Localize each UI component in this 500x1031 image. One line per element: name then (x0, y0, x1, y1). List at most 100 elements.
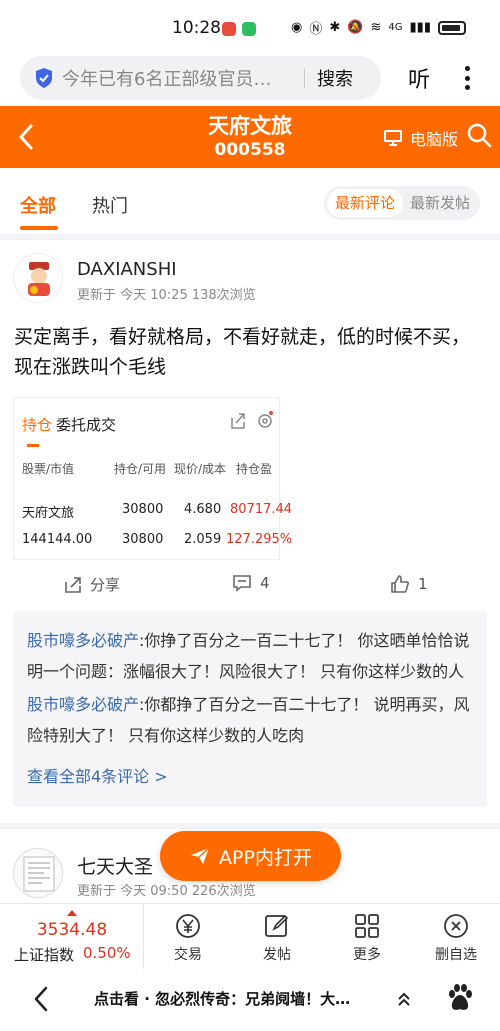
browser-bar: 今年已有6名正部级官员… 搜索 听 (0, 56, 500, 106)
embed-tab-orders: 委托成交 (56, 416, 117, 434)
share-label: 分享 (90, 576, 121, 594)
pc-view-button[interactable]: 电脑版 (384, 126, 458, 150)
paper-plane-icon (191, 847, 210, 864)
more-button[interactable]: 更多 (337, 912, 397, 964)
system-icons: ◉ Ⓝ ✱ 🔕 ≋ 4G ▮▮▮ (291, 18, 466, 37)
remove-circle-icon (444, 914, 468, 938)
up-arrow-icon (67, 910, 77, 916)
network-type: 4G (388, 22, 403, 33)
status-bar: 10:28 ◉ Ⓝ ✱ 🔕 ≋ 4G ▮▮▮ (0, 0, 500, 56)
sort-toggle: 最新评论 最新发帖 (324, 186, 480, 220)
browser-bottom-bar: 点击看 · 忽必烈传奇：兄弟阋墙！大… (0, 969, 500, 1031)
trade-label: 交易 (174, 947, 202, 963)
comment-item[interactable]: 股市嚎多必破产:你挣了百分之一百二十七了！ 你这晒单恰恰说明一个问题：涨幅很大了… (27, 625, 473, 687)
active-tab-indicator (20, 226, 58, 230)
post-author[interactable]: 七天大圣 (77, 852, 153, 879)
gear-icon (258, 411, 273, 428)
new-post-label: 发帖 (263, 947, 291, 963)
wechat-icon (242, 22, 256, 36)
embed-header-pnl: 持仓盈 (236, 462, 273, 476)
thumbs-up-icon (391, 575, 409, 593)
trade-button[interactable]: 交易 (158, 912, 218, 964)
embed-tab-indicator (27, 444, 39, 447)
open-in-app-label: APP内打开 (219, 846, 312, 869)
address-bar[interactable]: 今年已有6名正部级官员… 搜索 (20, 56, 381, 100)
embed-row2-name: 144144.00 (22, 532, 93, 547)
embed-header-holding: 持仓/可用 (114, 462, 167, 476)
index-name: 上证指数 (14, 946, 75, 964)
tab-hot[interactable]: 热门 (92, 192, 128, 218)
pc-view-label: 电脑版 (410, 130, 459, 149)
comment-icon (233, 575, 251, 592)
monitor-icon (384, 130, 402, 146)
section-divider (0, 234, 500, 240)
index-quote[interactable]: 3534.48 上证指数 0.50% (0, 904, 144, 970)
more-label: 更多 (353, 947, 381, 963)
index-value: 3534.48 (36, 920, 108, 940)
embed-row1-name: 天府文旅 (22, 506, 75, 521)
embed-row1-pnl: 80717.44 (230, 502, 293, 517)
shield-icon (36, 68, 52, 88)
listen-button[interactable]: 听 (408, 62, 430, 94)
search-button[interactable]: 搜索 (317, 65, 353, 91)
comment-user[interactable]: 股市嚎多必破产 (27, 631, 139, 650)
view-all-comments-link[interactable]: 查看全部4条评论 > (27, 763, 168, 787)
embed-row2-holding: 30800 (122, 532, 164, 547)
post-meta: 更新于 今天 10:25 138次浏览 (77, 288, 256, 303)
chevron-up-icon[interactable] (396, 991, 412, 1007)
mute-icon: 🔕 (347, 20, 364, 35)
signal-icon: ▮▮▮ (409, 20, 431, 35)
wifi-icon: ≋ (370, 20, 382, 35)
sort-latest-comment[interactable]: 最新评论 (327, 189, 404, 217)
section-divider (0, 823, 500, 829)
share-icon (65, 576, 81, 593)
bottom-toolbar: 3534.48 上证指数 0.50% 交易 发帖 更多 删自选 (0, 903, 500, 970)
search-icon[interactable] (466, 122, 492, 148)
bluetooth-icon: ✱ (329, 20, 341, 35)
caishen-avatar-icon (14, 254, 62, 302)
embed-row2-pnl: 127.295% (226, 532, 293, 547)
sort-latest-post[interactable]: 最新发帖 (402, 189, 478, 217)
comments-preview: 股市嚎多必破产:你挣了百分之一百二十七了！ 你这晒单恰恰说明一个问题：涨幅很大了… (13, 611, 487, 807)
status-time: 10:28 (172, 18, 221, 38)
remove-watchlist-label: 删自选 (435, 947, 477, 963)
comment-button[interactable]: 4 (232, 574, 270, 592)
like-button[interactable]: 1 (390, 574, 428, 594)
embed-row1-price: 4.680 (184, 502, 222, 517)
url-text[interactable]: 今年已有6名正部级官员… (62, 65, 292, 91)
post-text[interactable]: 买定离手，看好就格局，不看好就走，低的时候不买，现在涨跌叫个毛线 (14, 322, 484, 382)
index-change-percent: 0.50% (83, 944, 131, 962)
back-icon[interactable] (32, 986, 50, 1012)
embed-tab-position: 持仓 (22, 416, 53, 434)
share-icon (231, 413, 245, 429)
post-image[interactable]: 持仓 委托成交 股票/市值 持仓/可用 现价/成本 持仓盈 天府文旅 30800… (13, 397, 292, 560)
comment-item[interactable]: 股市嚎多必破产:你都挣了百分之一百二十七了！ 说明再买，风险特别大了！ 只有你这… (27, 689, 473, 751)
post-meta: 更新于 今天 09:50 226次浏览 (77, 884, 256, 899)
embed-header-stock: 股票/市值 (22, 462, 75, 476)
battery-icon (438, 20, 466, 35)
share-button[interactable]: 分享 (64, 574, 120, 595)
url-separator (304, 68, 305, 88)
like-count: 1 (418, 575, 428, 593)
stock-header: 天府文旅 000558 电脑版 (0, 106, 500, 168)
comment-count: 4 (260, 574, 270, 592)
comment-user[interactable]: 股市嚎多必破产 (27, 695, 139, 714)
eye-icon: ◉ (291, 20, 303, 35)
baidu-paw-icon[interactable] (446, 983, 474, 1013)
embed-header-price: 现价/成本 (174, 462, 227, 476)
yen-coin-icon (176, 914, 200, 938)
more-menu-icon[interactable] (462, 62, 472, 94)
open-in-app-button[interactable]: APP内打开 (160, 831, 341, 881)
edit-icon (265, 914, 289, 937)
avatar[interactable] (13, 848, 63, 898)
embed-row1-holding: 30800 (122, 502, 164, 517)
notification-red-icon (222, 22, 236, 36)
document-avatar-icon (23, 856, 55, 892)
avatar[interactable] (13, 253, 63, 303)
post-author[interactable]: DAXIANSHI (77, 259, 177, 280)
tab-all[interactable]: 全部 (20, 192, 56, 218)
remove-watchlist-button[interactable]: 删自选 (426, 912, 486, 964)
new-post-button[interactable]: 发帖 (247, 912, 307, 964)
grid-icon (355, 914, 379, 938)
news-ticker[interactable]: 点击看 · 忽必烈传奇：兄弟阋墙！大… (94, 988, 386, 1009)
